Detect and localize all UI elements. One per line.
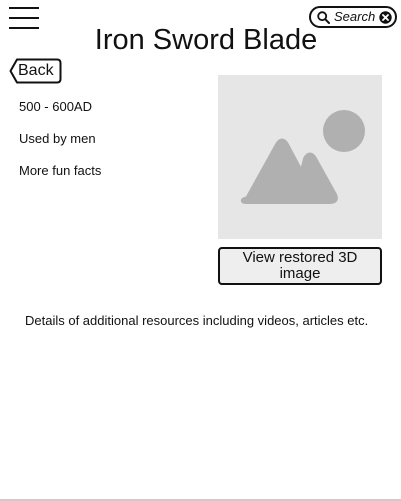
- artifact-image: [218, 75, 382, 239]
- page-title: Iron Sword Blade: [94, 24, 318, 56]
- view-3d-image-button[interactable]: View restored 3D image: [218, 247, 382, 285]
- facts-list: 500 - 600AD Used by men More fun facts: [19, 98, 101, 194]
- resources-text: Details of additional resources includin…: [25, 313, 369, 328]
- fact-item: Used by men: [19, 131, 96, 146]
- back-button[interactable]: Back: [9, 58, 62, 84]
- back-button-label: Back: [18, 62, 54, 79]
- fact-item: 500 - 600AD: [19, 99, 92, 114]
- hamburger-bar: [9, 7, 39, 9]
- hamburger-bar: [9, 17, 39, 19]
- fact-item: More fun facts: [19, 163, 102, 178]
- image-placeholder-icon: [240, 110, 365, 204]
